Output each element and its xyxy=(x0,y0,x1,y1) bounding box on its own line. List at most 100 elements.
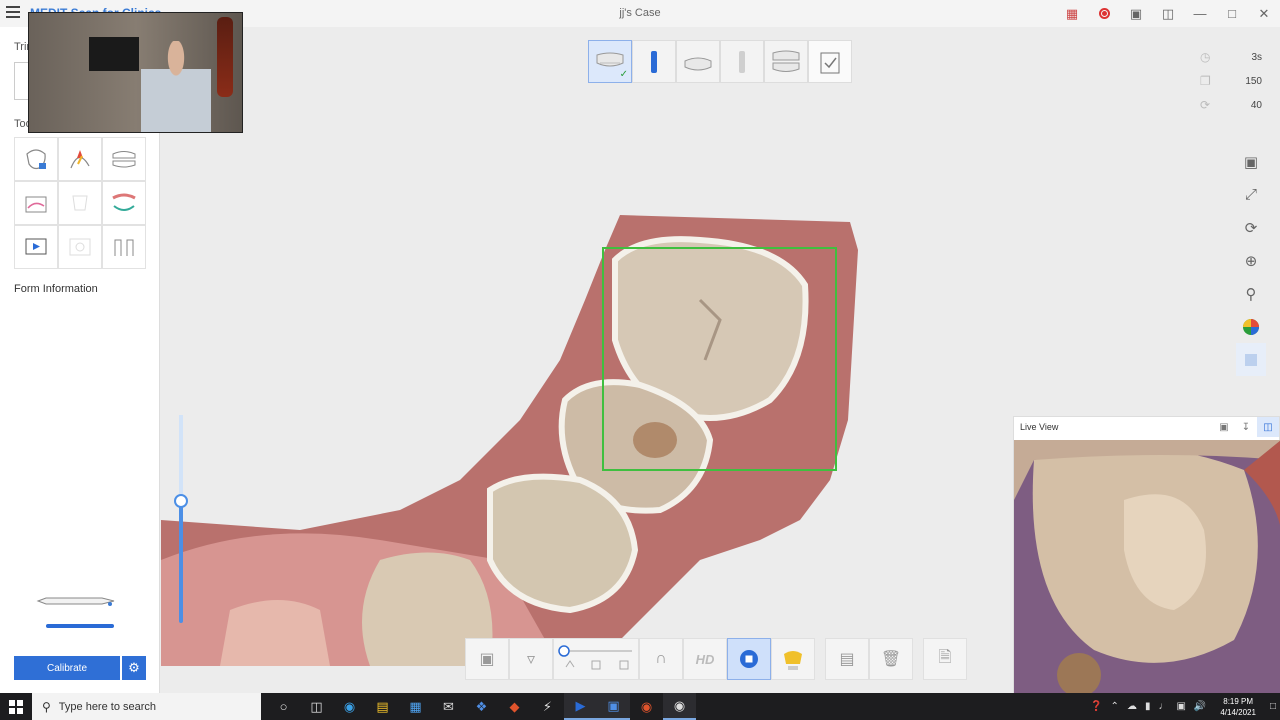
filter-level-slider[interactable] xyxy=(553,638,639,680)
clipboard-check-icon xyxy=(820,52,840,73)
abutment-stage-icon xyxy=(651,50,657,73)
stage-occlusion[interactable] xyxy=(764,40,808,83)
scan-report-icon[interactable]: ▦ xyxy=(1056,0,1088,27)
right-toolbar: ▣ ⤢ ⟳ ⊕ ⚲ xyxy=(1236,145,1266,376)
scan-stage-tabs: ✓ xyxy=(588,40,852,83)
smart-scan-icon: ▣ xyxy=(465,638,509,680)
search-icon: ⚲ xyxy=(42,699,51,714)
bite-icon xyxy=(112,151,136,168)
ai-scan-icon[interactable] xyxy=(771,638,815,680)
cortana-icon[interactable]: ○ xyxy=(267,693,300,720)
windows-logo-icon xyxy=(9,699,23,714)
dropbox-icon[interactable]: ❖ xyxy=(465,693,498,720)
close-button[interactable]: ✕ xyxy=(1248,0,1280,27)
system-tray: ❓ ⌃ ☁ ▮ ♩ ▣ 🔊 8:19 PM 4/14/2021 □ xyxy=(1086,693,1280,720)
arch-mode-icon[interactable]: ∩ xyxy=(639,638,683,680)
tools-grid xyxy=(14,137,146,269)
pin-icon[interactable]: ↧ xyxy=(1235,417,1257,437)
measure-tool[interactable] xyxy=(102,225,146,269)
file-explorer-icon[interactable]: ▤ xyxy=(366,693,399,720)
calibration-settings-icon[interactable]: ⚙ xyxy=(122,656,146,680)
camera-icon[interactable]: ▣ xyxy=(1236,145,1266,178)
zoom-in-icon[interactable]: ⊕ xyxy=(1236,244,1266,277)
check-icon: ✓ xyxy=(619,69,628,80)
form-information-label: Form Information xyxy=(14,283,98,295)
network-icon[interactable]: ▣ xyxy=(1172,701,1189,712)
zoom-fit-icon[interactable]: ⚲ xyxy=(1236,277,1266,310)
snapshot-tool xyxy=(58,225,102,269)
bottom-toolbar: ▣ ▿ ∩ HD ▤ 🗑 🗎 xyxy=(465,638,967,680)
fit-view-icon[interactable]: ⤢ xyxy=(1236,178,1266,211)
record-button[interactable] xyxy=(1088,0,1120,27)
taskbar-search[interactable]: ⚲ Type here to search xyxy=(32,693,261,720)
compare-icon xyxy=(25,196,47,213)
color-mode-icon[interactable] xyxy=(1236,310,1266,343)
hd-mode-button[interactable]: HD xyxy=(683,638,727,680)
mail-icon[interactable]: ✉ xyxy=(432,693,465,720)
show-hidden-icon[interactable]: ⌃ xyxy=(1107,701,1123,712)
onedrive-icon[interactable]: ☁ xyxy=(1123,701,1141,712)
stop-scan-button[interactable] xyxy=(727,638,771,680)
start-button[interactable] xyxy=(0,693,32,720)
reset-view-icon[interactable]: ⟳ xyxy=(1236,211,1266,244)
mandible-abutment-icon xyxy=(739,50,745,73)
frame-count: 150 xyxy=(1245,75,1262,87)
scan-stats: ◷ 3s ❐ 150 ⟳ 40 xyxy=(1200,45,1262,117)
filter-icon[interactable]: ▿ xyxy=(509,638,553,680)
export-icon[interactable]: 🗎 xyxy=(923,638,967,680)
clock[interactable]: 8:19 PM 4/14/2021 xyxy=(1210,696,1266,718)
clock-date: 4/14/2021 xyxy=(1220,707,1256,717)
medit-scan-icon[interactable]: ▣ xyxy=(597,693,630,720)
app-icon-red[interactable]: ◆ xyxy=(498,693,531,720)
live-view-panel: Live View ▣ ↧ ◫ xyxy=(1013,416,1280,694)
window-layout-icon[interactable]: ◫ xyxy=(1152,0,1184,27)
battery-icon[interactable]: ▮ xyxy=(1141,701,1155,712)
brush-size-slider-handle[interactable] xyxy=(174,494,188,508)
video-tool[interactable] xyxy=(14,225,58,269)
margin-tool xyxy=(58,181,102,225)
stage-mandible-abutment[interactable] xyxy=(720,40,764,83)
notifications-icon[interactable]: □ xyxy=(1266,701,1280,712)
stage-maxilla[interactable]: ✓ xyxy=(588,40,632,83)
occlusion-icon xyxy=(772,50,800,72)
minimize-button[interactable]: — xyxy=(1184,0,1216,27)
search-placeholder: Type here to search xyxy=(58,700,157,713)
abutment-icon xyxy=(70,150,90,169)
lock-tooth-tool[interactable] xyxy=(14,137,58,181)
rotation-count: 40 xyxy=(1250,99,1262,111)
webcam-person xyxy=(141,41,211,132)
stage-abutment[interactable] xyxy=(632,40,676,83)
dock-icon[interactable]: ◫ xyxy=(1257,417,1279,437)
store-icon[interactable]: ▦ xyxy=(399,693,432,720)
texture-mode-icon[interactable] xyxy=(1236,343,1266,376)
screenshot-icon[interactable]: ▣ xyxy=(1120,0,1152,27)
calibrate-button[interactable]: Calibrate xyxy=(14,656,120,680)
help-icon[interactable]: ❓ xyxy=(1086,701,1106,712)
app-icon-terminal[interactable]: ▶ xyxy=(564,693,597,720)
stage-mandible[interactable] xyxy=(676,40,720,83)
mic-icon[interactable]: ♩ xyxy=(1154,701,1172,712)
brush-size-slider[interactable] xyxy=(179,415,183,623)
edge-icon[interactable]: ◉ xyxy=(333,693,366,720)
margin-icon xyxy=(72,195,88,211)
maximize-button[interactable]: □ xyxy=(1216,0,1248,27)
abutment-tool[interactable] xyxy=(58,137,102,181)
remove-data-icon[interactable]: ▤ xyxy=(825,638,869,680)
webcam-tv xyxy=(89,37,139,71)
popout-icon[interactable]: ▣ xyxy=(1213,417,1235,437)
live-view-title: Live View xyxy=(1020,422,1059,432)
bite-tool[interactable] xyxy=(102,137,146,181)
mandible-icon xyxy=(684,57,712,70)
arch-tool[interactable] xyxy=(102,181,146,225)
record-icon xyxy=(1098,8,1110,19)
task-view-icon[interactable]: ◫ xyxy=(300,693,333,720)
delete-icon[interactable]: 🗑 xyxy=(869,638,913,680)
arch-icon xyxy=(112,193,136,211)
volume-icon[interactable]: 🔊 xyxy=(1190,701,1210,712)
hd-label: HD xyxy=(695,651,715,667)
app-icon-bolt[interactable]: ⚡ xyxy=(531,693,564,720)
stage-review[interactable] xyxy=(808,40,852,83)
obs-icon[interactable]: ◉ xyxy=(663,693,696,720)
compare-tool[interactable] xyxy=(14,181,58,225)
chrome-icon[interactable]: ◉ xyxy=(630,693,663,720)
